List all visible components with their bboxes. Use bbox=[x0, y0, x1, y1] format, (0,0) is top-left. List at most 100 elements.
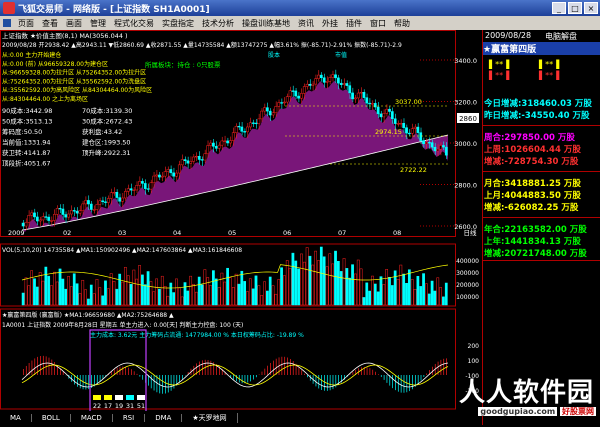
volume-bar-50 bbox=[163, 286, 167, 306]
volume-bar-13 bbox=[58, 268, 62, 306]
volume-bar-117 bbox=[354, 273, 357, 306]
volume-bar-27 bbox=[98, 287, 102, 306]
menu-item-6[interactable]: 技术分析 bbox=[198, 18, 238, 29]
minimize-button[interactable]: _ bbox=[552, 2, 566, 14]
panel-row-1: 昨日增减:-34550.40 万股 bbox=[484, 111, 590, 121]
candle-body-9 bbox=[47, 216, 51, 221]
candle-body-30 bbox=[106, 198, 110, 203]
menu-bar: 页面 查看 画面 管理 程式化交易 实盘指定 技术分析 操盘训练基地 资讯 外挂 插件 窗口 帮助 bbox=[0, 16, 600, 30]
volume-bar-39 bbox=[132, 269, 136, 306]
candle-body-7 bbox=[41, 216, 45, 221]
stat-box-4 bbox=[137, 395, 145, 400]
volume-bar-140 bbox=[419, 286, 423, 306]
stat-label-2: 从:96659328.00为拉升区 从75264352.00为拉升区 bbox=[2, 69, 146, 77]
menu-item-8[interactable]: 资讯 bbox=[294, 18, 318, 29]
candle-body-129 bbox=[388, 108, 391, 112]
volume-bar-141 bbox=[422, 273, 425, 306]
zone-label-2: 市值 bbox=[335, 51, 347, 59]
volume-bar-30 bbox=[106, 288, 110, 306]
volume-bar-45 bbox=[149, 281, 153, 306]
menu-item-4[interactable]: 程式化交易 bbox=[110, 18, 158, 29]
volume-bar-29 bbox=[104, 280, 107, 306]
tab-4[interactable]: DMA bbox=[145, 414, 183, 422]
candle-body-71 bbox=[223, 140, 227, 142]
tab-5[interactable]: ★天罗地网 bbox=[182, 413, 238, 423]
tab-3[interactable]: RSI bbox=[113, 414, 146, 422]
stat-label-3: 从:75264352.00为拉升区 从35562592.00为洗盘区 bbox=[2, 77, 146, 85]
candle-body-140 bbox=[419, 132, 423, 141]
candle-body-58 bbox=[186, 160, 190, 164]
candle-body-137 bbox=[410, 128, 414, 134]
volume-bar-74 bbox=[231, 287, 235, 306]
volume-bar-100 bbox=[305, 247, 309, 306]
candle-body-41 bbox=[138, 181, 141, 186]
candle-body-0 bbox=[21, 222, 25, 227]
menu-item-2[interactable]: 画面 bbox=[62, 18, 86, 29]
volume-bar-19 bbox=[75, 283, 79, 306]
volume-bar-55 bbox=[177, 287, 181, 306]
candle-body-43 bbox=[143, 183, 147, 189]
volume-bar-120 bbox=[362, 297, 366, 306]
volume-bar-21 bbox=[81, 279, 85, 306]
menu-item-0[interactable]: 页面 bbox=[14, 18, 38, 29]
candle-body-3 bbox=[30, 212, 34, 216]
candle-body-146 bbox=[436, 148, 440, 152]
volume-bar-115 bbox=[348, 277, 352, 306]
menu-item-10[interactable]: 插件 bbox=[342, 18, 366, 29]
candle-body-102 bbox=[311, 83, 315, 86]
volume-bar-142 bbox=[425, 283, 428, 306]
chart-canvas[interactable]: 上证指数 ★价值主图(8,1) MA(3056.044 )2009/08/28 … bbox=[0, 30, 482, 427]
candle-body-32 bbox=[112, 192, 116, 194]
candle-body-119 bbox=[359, 92, 363, 94]
menu-item-3[interactable]: 管理 bbox=[86, 18, 110, 29]
candle-body-118 bbox=[356, 92, 360, 99]
candle-body-89 bbox=[274, 106, 278, 114]
candle-body-20 bbox=[78, 210, 82, 214]
menu-item-12[interactable]: 帮助 bbox=[390, 18, 414, 29]
candle-body-60 bbox=[192, 156, 195, 162]
menu-item-9[interactable]: 外挂 bbox=[318, 18, 342, 29]
candle-body-65 bbox=[206, 145, 210, 155]
volume-bar-7 bbox=[41, 280, 45, 306]
menu-item-11[interactable]: 窗口 bbox=[366, 18, 390, 29]
candle-body-26 bbox=[95, 204, 99, 210]
candle-body-5 bbox=[35, 216, 39, 222]
candle-body-85 bbox=[263, 107, 266, 112]
maximize-button[interactable]: □ bbox=[568, 2, 582, 14]
candle-body-126 bbox=[379, 113, 383, 118]
volume-bar-1 bbox=[24, 277, 28, 306]
main-chart-header-2: 2009/08/28 开2938.42 ▲高2943.11 ▼低2860.69 … bbox=[2, 41, 402, 49]
candle-body-84 bbox=[260, 110, 264, 120]
volume-bar-15 bbox=[64, 288, 68, 306]
candle-body-104 bbox=[317, 74, 320, 79]
candle-body-87 bbox=[268, 110, 272, 116]
volume-bar-61 bbox=[194, 291, 198, 306]
close-button[interactable]: × bbox=[584, 2, 598, 14]
menu-item-7[interactable]: 操盘训练基地 bbox=[238, 18, 294, 29]
volume-bar-116 bbox=[351, 264, 354, 306]
macd-tick-0: 200 bbox=[468, 343, 480, 350]
candle-body-27 bbox=[98, 200, 102, 205]
panel-row-6: 上月:4044883.50 万股 bbox=[484, 191, 581, 201]
volume-bar-69 bbox=[217, 287, 221, 306]
tab-2[interactable]: MACD bbox=[71, 414, 113, 422]
volume-bar-63 bbox=[200, 284, 204, 306]
tab-1[interactable]: BOLL bbox=[32, 414, 71, 422]
stat-box-2 bbox=[115, 395, 123, 400]
candle-body-141 bbox=[422, 140, 425, 145]
candle-body-11 bbox=[52, 214, 56, 221]
menu-item-5[interactable]: 实盘指定 bbox=[158, 18, 198, 29]
volume-bar-20 bbox=[78, 293, 82, 306]
candle-body-134 bbox=[402, 123, 406, 128]
candle-body-14 bbox=[61, 208, 65, 215]
volume-bar-70 bbox=[220, 272, 224, 306]
candle-body-93 bbox=[285, 96, 289, 103]
volume-bar-47 bbox=[155, 278, 158, 306]
app-menu-icon[interactable] bbox=[3, 19, 11, 27]
candle-body-39 bbox=[132, 189, 136, 191]
volume-bar-72 bbox=[226, 267, 229, 306]
tab-0[interactable]: MA bbox=[0, 414, 32, 422]
volume-bar-113 bbox=[342, 258, 346, 306]
menu-item-1[interactable]: 查看 bbox=[38, 18, 62, 29]
candle-body-111 bbox=[336, 77, 340, 84]
